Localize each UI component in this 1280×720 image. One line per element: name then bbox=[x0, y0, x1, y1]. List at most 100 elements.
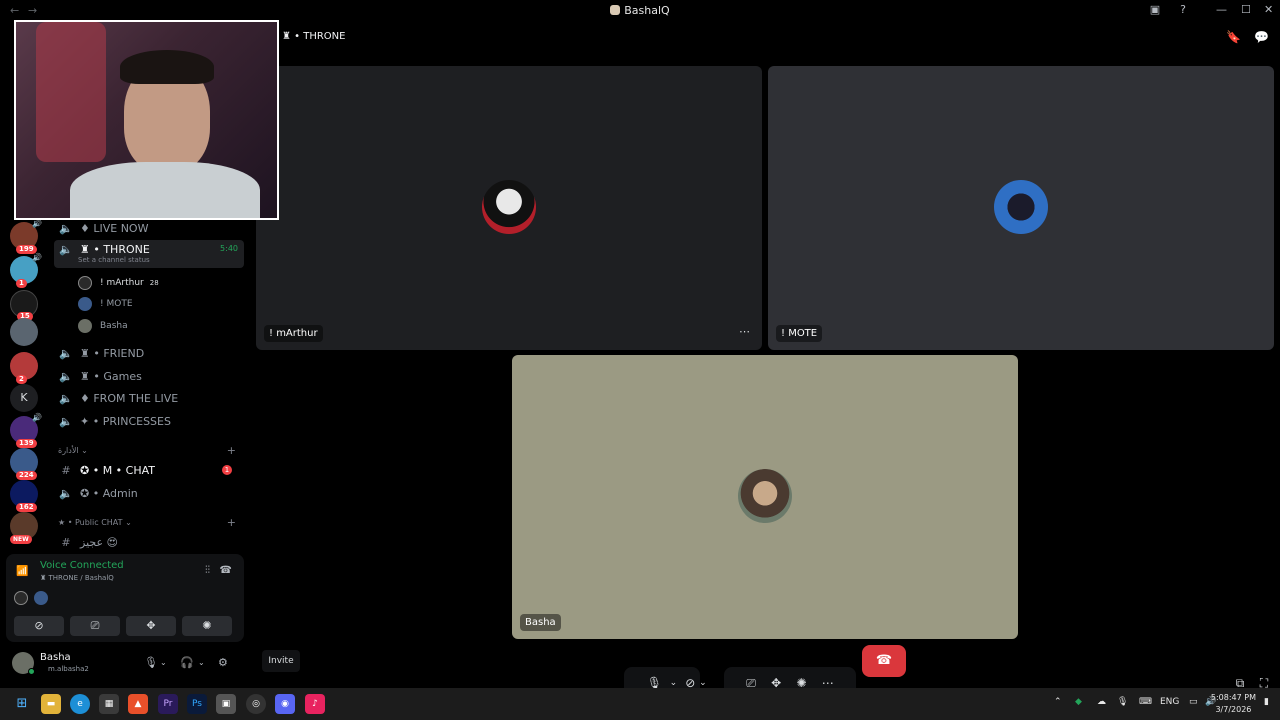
chevron-down-icon[interactable]: ⌄ bbox=[160, 658, 167, 667]
help-icon[interactable]: ? bbox=[1176, 3, 1190, 17]
server-icon[interactable]: 2 bbox=[10, 352, 38, 384]
voice-status: Voice Connected bbox=[40, 560, 124, 571]
microphone-icon[interactable]: 🎙 bbox=[144, 656, 158, 669]
participant-tile[interactable]: ! MOTE bbox=[768, 66, 1274, 350]
channel-live-now[interactable]: 🔈 ♦ LIVE NOW bbox=[54, 218, 244, 238]
speaker-icon: 🔈 bbox=[59, 369, 73, 383]
tiktok-icon[interactable]: ♪ bbox=[305, 694, 325, 714]
maximize-icon[interactable]: ☐ bbox=[1241, 3, 1251, 16]
speaker-icon: 🔊 bbox=[32, 219, 42, 228]
channel-from-the-live[interactable]: 🔈 ♦ FROM THE LIVE bbox=[54, 388, 244, 408]
channel-status-prompt[interactable]: Set a channel status bbox=[78, 256, 150, 264]
gear-icon[interactable]: ⚙ bbox=[218, 656, 228, 669]
clock[interactable]: 5:08:47 PM 3/7/2026 bbox=[1211, 692, 1256, 716]
speaker-icon: 🔈 bbox=[59, 243, 73, 256]
speaker-icon: 🔈 bbox=[59, 414, 73, 428]
channel-public-text[interactable]: # عجيز 😍 bbox=[54, 532, 244, 550]
channel-games[interactable]: 🔈 ♜ • Games bbox=[54, 366, 244, 386]
app-logo-icon bbox=[610, 5, 621, 15]
voice-user[interactable]: ! mArthur 28 bbox=[78, 274, 159, 292]
noise-suppression-icon[interactable]: ⫶⫶ bbox=[205, 565, 210, 576]
soundboard-button[interactable]: ✺ bbox=[182, 616, 232, 636]
channel-throne[interactable]: 🔈 ♜ • THRONE 5:40 Set a channel status bbox=[54, 240, 244, 268]
discord-icon[interactable]: ◉ bbox=[275, 694, 295, 714]
store-icon[interactable]: ▦ bbox=[99, 694, 119, 714]
channel-princesses[interactable]: 🔈 ✦ • PRINCESSES bbox=[54, 411, 244, 431]
avatar[interactable] bbox=[34, 591, 48, 605]
premiere-icon[interactable]: Pr bbox=[158, 694, 178, 714]
avatar bbox=[78, 319, 92, 333]
server-icon[interactable] bbox=[10, 318, 38, 346]
more-options-icon[interactable]: ⋯ bbox=[739, 325, 750, 338]
voice-user[interactable]: ! MOTE bbox=[78, 295, 133, 313]
invite-button[interactable]: Invite bbox=[262, 650, 300, 672]
chevron-down-icon[interactable]: ⌄ bbox=[699, 678, 707, 688]
activities-button[interactable]: ✥ bbox=[126, 616, 176, 636]
chevron-up-icon[interactable]: ⌃ bbox=[1054, 697, 1062, 707]
server-icon[interactable]: 162 bbox=[10, 480, 38, 512]
file-explorer-icon[interactable]: ▬ bbox=[41, 694, 61, 714]
disconnect-icon[interactable]: ☎ bbox=[220, 565, 232, 576]
avatar[interactable] bbox=[14, 591, 28, 605]
signal-icon[interactable]: 📶 bbox=[16, 566, 28, 577]
channel-friend[interactable]: 🔈 ♜ • FRIEND bbox=[54, 343, 244, 363]
speaker-icon: 🔈 bbox=[59, 221, 73, 235]
chair-shape bbox=[36, 22, 106, 162]
window-title-text: BashalQ bbox=[624, 4, 670, 17]
participant-tile[interactable]: Basha bbox=[512, 355, 1018, 639]
bookmark-icon[interactable]: 🔖 bbox=[1226, 30, 1241, 44]
microphone-icon[interactable]: 🎙 bbox=[1117, 697, 1128, 707]
user-handle: m.albasha2 bbox=[48, 665, 89, 673]
server-icon[interactable]: NEW bbox=[10, 512, 38, 544]
server-icon[interactable]: 🔊 199 bbox=[10, 219, 42, 254]
avatar bbox=[78, 297, 92, 311]
headphones-icon[interactable]: 🎧 bbox=[180, 656, 194, 669]
app-icon[interactable]: ▣ bbox=[216, 694, 236, 714]
voice-user[interactable]: Basha bbox=[78, 317, 128, 335]
voice-location[interactable]: ♜ THRONE / BashalQ bbox=[40, 574, 114, 582]
keyboard-icon[interactable]: ⌨ bbox=[1139, 697, 1152, 707]
leave-call-button[interactable]: ☎ bbox=[862, 645, 906, 677]
notifications-icon[interactable]: ▮ bbox=[1264, 697, 1269, 707]
network-icon[interactable]: ▭ bbox=[1189, 697, 1198, 707]
shirt-shape bbox=[70, 162, 260, 218]
mention-badge: 162 bbox=[16, 503, 37, 512]
server-icon[interactable]: 🔊 139 bbox=[10, 413, 42, 448]
channel-label: ♜ • Games bbox=[80, 369, 142, 383]
add-channel-icon[interactable]: + bbox=[227, 444, 236, 457]
channel-chat[interactable]: # ✪ • M • CHAT 1 bbox=[54, 460, 244, 480]
avatar bbox=[994, 180, 1048, 234]
server-icon[interactable]: 🔊 1 bbox=[10, 253, 42, 288]
screen-share-button[interactable]: ⎚ bbox=[70, 616, 120, 636]
camera-off-button[interactable]: ⊘ bbox=[14, 616, 64, 636]
minimize-icon[interactable]: — bbox=[1216, 3, 1227, 16]
inbox-icon[interactable]: ▣ bbox=[1148, 3, 1162, 17]
user-name[interactable]: Basha bbox=[40, 652, 71, 663]
edge-icon[interactable]: e bbox=[70, 694, 90, 714]
speaker-icon: 🔈 bbox=[59, 486, 73, 500]
participant-tile[interactable]: ! mArthur ⋯ bbox=[256, 66, 762, 350]
start-icon[interactable]: ⊞ bbox=[12, 694, 32, 714]
server-icon[interactable]: 224 bbox=[10, 448, 38, 480]
add-channel-icon[interactable]: + bbox=[227, 516, 236, 529]
steam-icon[interactable]: ◎ bbox=[246, 694, 266, 714]
server-icon[interactable]: 15 bbox=[10, 290, 38, 321]
brave-icon[interactable]: ▲ bbox=[128, 694, 148, 714]
chat-icon[interactable]: 💬 bbox=[1254, 30, 1269, 44]
headphones-shape bbox=[120, 50, 214, 84]
photoshop-icon[interactable]: Ps bbox=[187, 694, 207, 714]
app-tray-icon[interactable]: ◆ bbox=[1075, 697, 1082, 707]
voice-connection-panel: 📶 Voice Connected ♜ THRONE / BashalQ ⫶⫶ … bbox=[6, 554, 244, 642]
chevron-down-icon[interactable]: ⌄ bbox=[198, 658, 205, 667]
category-admin[interactable]: الأدارة ⌄ bbox=[58, 446, 88, 455]
speaker-icon: 🔊 bbox=[32, 413, 42, 422]
voice-user-name: Basha bbox=[100, 321, 128, 331]
close-icon[interactable]: ✕ bbox=[1264, 3, 1273, 16]
language-indicator[interactable]: ENG bbox=[1160, 697, 1179, 707]
clock-date: 3/7/2026 bbox=[1215, 705, 1252, 714]
channel-admin[interactable]: 🔈 ✪ • Admin bbox=[54, 483, 244, 503]
server-icon[interactable]: K bbox=[10, 384, 38, 412]
category-public-chat[interactable]: ★ • Public CHAT ⌄ bbox=[58, 518, 132, 527]
cloud-icon[interactable]: ☁ bbox=[1097, 697, 1106, 707]
mention-badge: 139 bbox=[16, 439, 37, 448]
